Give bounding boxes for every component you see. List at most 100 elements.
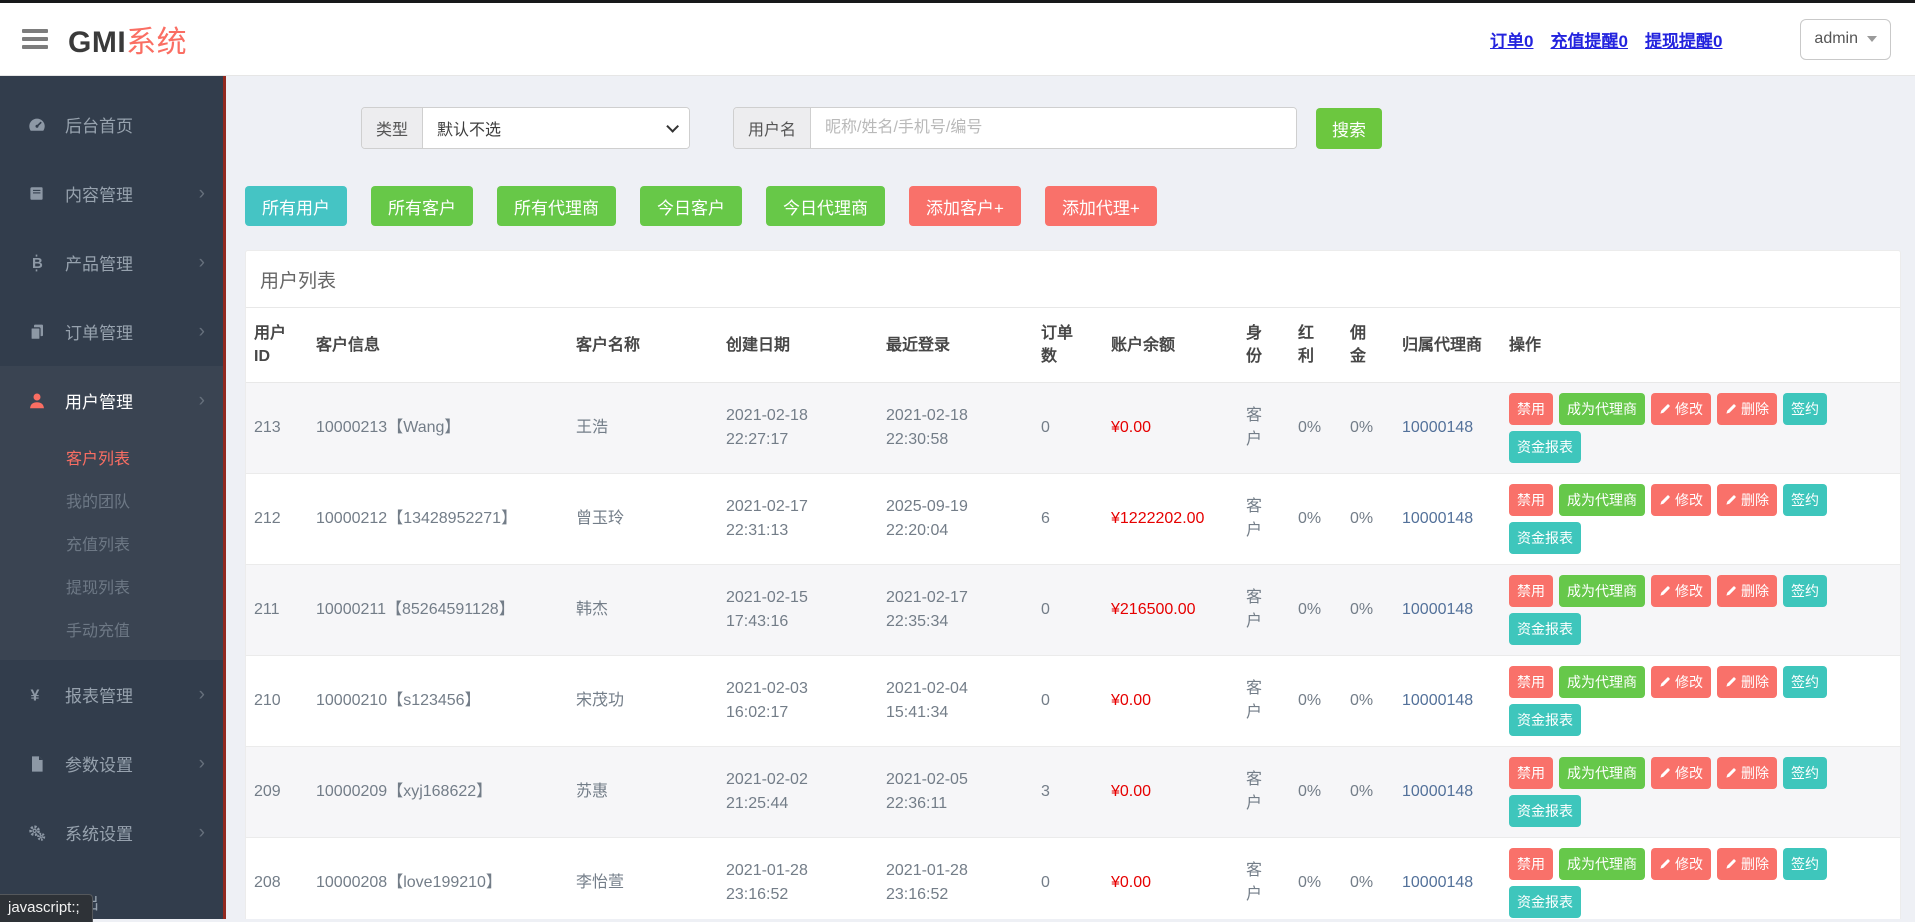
sidebar-subitem-recharge-list[interactable]: 充值列表	[0, 521, 223, 564]
disable-button[interactable]: 禁用	[1509, 848, 1553, 880]
cell-commission: 0%	[1342, 383, 1394, 474]
become-agent-button[interactable]: 成为代理商	[1559, 757, 1645, 789]
fund-report-button[interactable]: 资金报表	[1509, 704, 1581, 736]
pencil-icon	[1659, 676, 1671, 688]
cell-commission: 0%	[1342, 747, 1394, 838]
sidebar-item-label: 系统设置	[65, 820, 133, 845]
all-users-button[interactable]: 所有用户	[245, 186, 347, 226]
disable-button[interactable]: 禁用	[1509, 393, 1553, 425]
orders-link[interactable]: 订单0	[1490, 27, 1533, 52]
delete-button[interactable]: 删除	[1717, 575, 1777, 607]
pencil-icon	[1725, 767, 1737, 779]
all-agents-button[interactable]: 所有代理商	[497, 186, 616, 226]
edit-button[interactable]: 修改	[1651, 848, 1711, 880]
become-agent-button[interactable]: 成为代理商	[1559, 848, 1645, 880]
cell-last-login: 2025-09-19 22:20:04	[878, 474, 1033, 565]
cell-order-count: 0	[1033, 565, 1103, 656]
cell-agent-link[interactable]: 10000148	[1394, 474, 1501, 565]
svg-text:¥: ¥	[31, 687, 40, 704]
sidebar-subitem-customer-list[interactable]: 客户列表	[0, 435, 223, 478]
fund-report-button[interactable]: 资金报表	[1509, 431, 1581, 463]
sidebar-item-users[interactable]: 用户管理 ›	[0, 366, 223, 435]
become-agent-button[interactable]: 成为代理商	[1559, 575, 1645, 607]
cell-operations: 禁用 成为代理商 修改 删除 签约 资金报表	[1501, 838, 1900, 919]
delete-button[interactable]: 删除	[1717, 393, 1777, 425]
col-created-date: 创建日期	[718, 308, 878, 383]
user-menu[interactable]: admin	[1800, 19, 1891, 60]
cell-agent-link[interactable]: 10000148	[1394, 565, 1501, 656]
sidebar-item-reports[interactable]: ¥ 报表管理 ›	[0, 660, 223, 729]
add-customer-button[interactable]: 添加客户+	[909, 186, 1021, 226]
col-operations: 操作	[1501, 308, 1900, 383]
today-agents-button[interactable]: 今日代理商	[766, 186, 885, 226]
sign-button[interactable]: 签约	[1783, 393, 1827, 425]
username-input[interactable]	[811, 108, 1296, 148]
edit-button[interactable]: 修改	[1651, 393, 1711, 425]
cell-agent-link[interactable]: 10000148	[1394, 838, 1501, 919]
delete-button[interactable]: 删除	[1717, 666, 1777, 698]
become-agent-button[interactable]: 成为代理商	[1559, 393, 1645, 425]
cell-order-count: 0	[1033, 656, 1103, 747]
become-agent-button[interactable]: 成为代理商	[1559, 666, 1645, 698]
cell-role: 客户	[1238, 656, 1290, 747]
cell-agent-link[interactable]: 10000148	[1394, 656, 1501, 747]
pencil-icon	[1659, 403, 1671, 415]
cell-created-date: 2021-02-18 22:27:17	[718, 383, 878, 474]
cell-agent-link[interactable]: 10000148	[1394, 383, 1501, 474]
sidebar-subitem-my-team[interactable]: 我的团队	[0, 478, 223, 521]
sign-button[interactable]: 签约	[1783, 666, 1827, 698]
cell-bonus: 0%	[1290, 747, 1342, 838]
sidebar-subitem-withdraw-list[interactable]: 提现列表	[0, 564, 223, 607]
all-customers-button[interactable]: 所有客户	[371, 186, 473, 226]
fund-report-button[interactable]: 资金报表	[1509, 613, 1581, 645]
edit-button[interactable]: 修改	[1651, 757, 1711, 789]
cell-customer-name: 曾玉玲	[568, 474, 718, 565]
fund-report-button[interactable]: 资金报表	[1509, 886, 1581, 918]
add-agent-button[interactable]: 添加代理+	[1045, 186, 1157, 226]
disable-button[interactable]: 禁用	[1509, 757, 1553, 789]
cell-customer-info: 10000208【love199210】	[308, 838, 568, 919]
cell-created-date: 2021-02-03 16:02:17	[718, 656, 878, 747]
sidebar-item-params[interactable]: 参数设置 ›	[0, 729, 223, 798]
sidebar-item-content[interactable]: 内容管理 ›	[0, 159, 223, 228]
search-button[interactable]: 搜索	[1316, 108, 1382, 149]
sign-button[interactable]: 签约	[1783, 848, 1827, 880]
type-select[interactable]: 默认不选	[423, 108, 689, 148]
today-customers-button[interactable]: 今日客户	[640, 186, 742, 226]
cell-agent-link[interactable]: 10000148	[1394, 747, 1501, 838]
pencil-icon	[1725, 403, 1737, 415]
sidebar-item-system[interactable]: 系统设置 ›	[0, 798, 223, 867]
delete-button[interactable]: 删除	[1717, 484, 1777, 516]
sidebar-item-orders[interactable]: 订单管理 ›	[0, 297, 223, 366]
table-row: 213 10000213【Wang】 王浩 2021-02-18 22:27:1…	[246, 383, 1900, 474]
sidebar-item-products[interactable]: B 产品管理 ›	[0, 228, 223, 297]
become-agent-button[interactable]: 成为代理商	[1559, 484, 1645, 516]
delete-button[interactable]: 删除	[1717, 848, 1777, 880]
col-customer-info: 客户信息	[308, 308, 568, 383]
sign-button[interactable]: 签约	[1783, 575, 1827, 607]
chevron-right-icon: ›	[199, 754, 205, 773]
withdraw-alert-link[interactable]: 提现提醒0	[1645, 27, 1722, 52]
menu-toggle-icon[interactable]	[22, 25, 48, 53]
sidebar-item-dashboard[interactable]: 后台首页	[0, 90, 223, 159]
fund-report-button[interactable]: 资金报表	[1509, 522, 1581, 554]
chevron-right-icon: ›	[199, 322, 205, 341]
edit-button[interactable]: 修改	[1651, 666, 1711, 698]
disable-button[interactable]: 禁用	[1509, 666, 1553, 698]
sign-button[interactable]: 签约	[1783, 484, 1827, 516]
username-filter-group: 用户名	[733, 107, 1297, 149]
sidebar-subitem-manual-recharge[interactable]: 手动充值	[0, 607, 223, 650]
delete-button[interactable]: 删除	[1717, 757, 1777, 789]
cell-order-count: 0	[1033, 383, 1103, 474]
cell-customer-info: 10000210【s123456】	[308, 656, 568, 747]
disable-button[interactable]: 禁用	[1509, 484, 1553, 516]
table-row: 211 10000211【85264591128】 韩杰 2021-02-15 …	[246, 565, 1900, 656]
fund-report-button[interactable]: 资金报表	[1509, 795, 1581, 827]
sign-button[interactable]: 签约	[1783, 757, 1827, 789]
edit-button[interactable]: 修改	[1651, 484, 1711, 516]
edit-button[interactable]: 修改	[1651, 575, 1711, 607]
recharge-alert-link[interactable]: 充值提醒0	[1550, 27, 1627, 52]
col-order-count: 订单数	[1033, 308, 1103, 383]
disable-button[interactable]: 禁用	[1509, 575, 1553, 607]
svg-text:B: B	[32, 255, 43, 272]
